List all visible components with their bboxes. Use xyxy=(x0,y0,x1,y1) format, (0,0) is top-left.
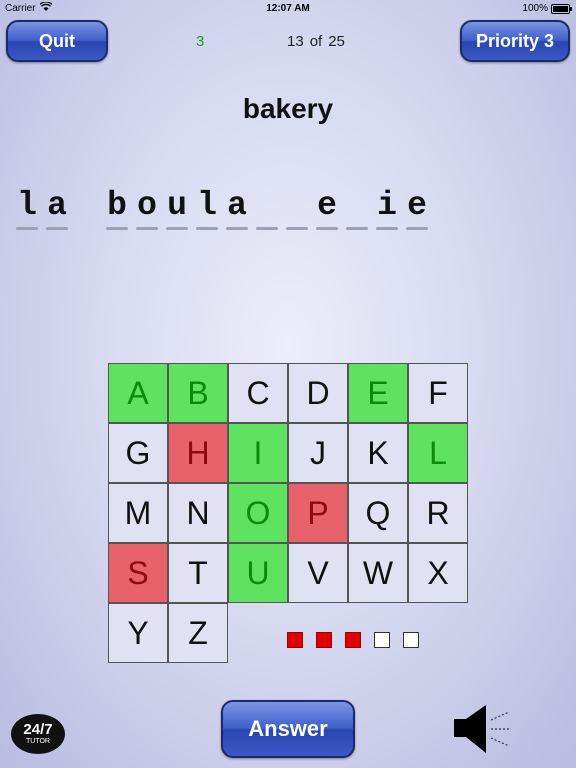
letter-key-r[interactable]: R xyxy=(408,483,468,543)
battery-percent: 100% xyxy=(522,3,548,14)
word-space xyxy=(74,186,100,232)
slot-underline xyxy=(196,227,218,230)
progress-counter: 13 of 25 xyxy=(287,33,351,50)
letter-slot xyxy=(344,186,370,232)
priority-button[interactable]: Priority 3 xyxy=(460,20,570,62)
slot-letter: o xyxy=(137,187,157,224)
slot-underline xyxy=(166,227,188,230)
progress-of: of xyxy=(309,33,323,50)
letter-key-a[interactable]: A xyxy=(108,363,168,423)
letter-key-u[interactable]: U xyxy=(228,543,288,603)
clock: 12:07 AM xyxy=(266,3,310,14)
letter-key-l[interactable]: L xyxy=(408,423,468,483)
letter-key-d[interactable]: D xyxy=(288,363,348,423)
slot-letter: i xyxy=(377,187,397,224)
letter-key-f[interactable]: F xyxy=(408,363,468,423)
slot-letter: b xyxy=(107,187,127,224)
letter-key-o[interactable]: O xyxy=(228,483,288,543)
slot-underline xyxy=(226,227,248,230)
letter-slot: u xyxy=(164,186,190,232)
letter-slot xyxy=(284,186,310,232)
letter-key-c[interactable]: C xyxy=(228,363,288,423)
letter-key-w[interactable]: W xyxy=(348,543,408,603)
letter-key-y[interactable]: Y xyxy=(108,603,168,663)
letter-key-v[interactable]: V xyxy=(288,543,348,603)
speaker-icon[interactable] xyxy=(452,702,514,756)
slot-letter: a xyxy=(47,187,67,224)
letter-slot: b xyxy=(104,186,130,232)
letter-slot: o xyxy=(134,186,160,232)
letter-slot: i xyxy=(374,186,400,232)
slot-underline xyxy=(406,227,428,230)
letter-key-h[interactable]: H xyxy=(168,423,228,483)
letter-key-s[interactable]: S xyxy=(108,543,168,603)
slot-underline xyxy=(346,227,368,230)
letter-slot: l xyxy=(14,186,40,232)
slot-underline xyxy=(286,227,308,230)
score-count: 3 xyxy=(196,33,205,50)
mistake-box-used xyxy=(316,632,332,648)
letter-slot: l xyxy=(194,186,220,232)
quit-button[interactable]: Quit xyxy=(6,20,108,62)
letter-slot xyxy=(254,186,280,232)
slot-underline xyxy=(376,227,398,230)
letter-key-m[interactable]: M xyxy=(108,483,168,543)
status-bar: Carrier 12:07 AM 100% xyxy=(0,0,576,16)
mistake-box-empty xyxy=(374,632,390,648)
prompt-word: bakery xyxy=(242,93,334,124)
tutor-logo: 24/7 TUTOR xyxy=(11,714,65,754)
letter-slot: e xyxy=(314,186,340,232)
mistake-box-used xyxy=(345,632,361,648)
letter-key-x[interactable]: X xyxy=(408,543,468,603)
letter-slot: a xyxy=(44,186,70,232)
progress-total: 25 xyxy=(328,33,345,50)
answer-button[interactable]: Answer xyxy=(221,700,355,758)
slot-letter: u xyxy=(167,187,187,224)
letter-key-t[interactable]: T xyxy=(168,543,228,603)
logo-line2: TUTOR xyxy=(26,738,50,745)
letter-key-q[interactable]: Q xyxy=(348,483,408,543)
slot-underline xyxy=(46,227,68,230)
letter-key-k[interactable]: K xyxy=(348,423,408,483)
letter-key-e[interactable]: E xyxy=(348,363,408,423)
slot-letter: a xyxy=(227,187,247,224)
letter-key-g[interactable]: G xyxy=(108,423,168,483)
slot-underline xyxy=(16,227,38,230)
letter-key-j[interactable]: J xyxy=(288,423,348,483)
logo-line1: 24/7 xyxy=(23,721,53,738)
letter-key-z[interactable]: Z xyxy=(168,603,228,663)
letter-key-p[interactable]: P xyxy=(288,483,348,543)
letter-key-i[interactable]: I xyxy=(228,423,288,483)
slot-letter: e xyxy=(317,187,337,224)
letter-slot: a xyxy=(224,186,250,232)
slot-letter: l xyxy=(17,187,37,224)
letter-slot: e xyxy=(404,186,430,232)
letter-key-b[interactable]: B xyxy=(168,363,228,423)
slot-letter: l xyxy=(197,187,217,224)
mistake-box-used xyxy=(287,632,303,648)
battery-icon xyxy=(551,4,572,14)
slot-underline xyxy=(136,227,158,230)
slot-underline xyxy=(316,227,338,230)
mistake-box-empty xyxy=(403,632,419,648)
slot-underline xyxy=(256,227,278,230)
progress-current: 13 xyxy=(287,33,304,50)
slot-underline xyxy=(106,227,128,230)
slot-letter: e xyxy=(407,187,427,224)
letter-key-n[interactable]: N xyxy=(168,483,228,543)
